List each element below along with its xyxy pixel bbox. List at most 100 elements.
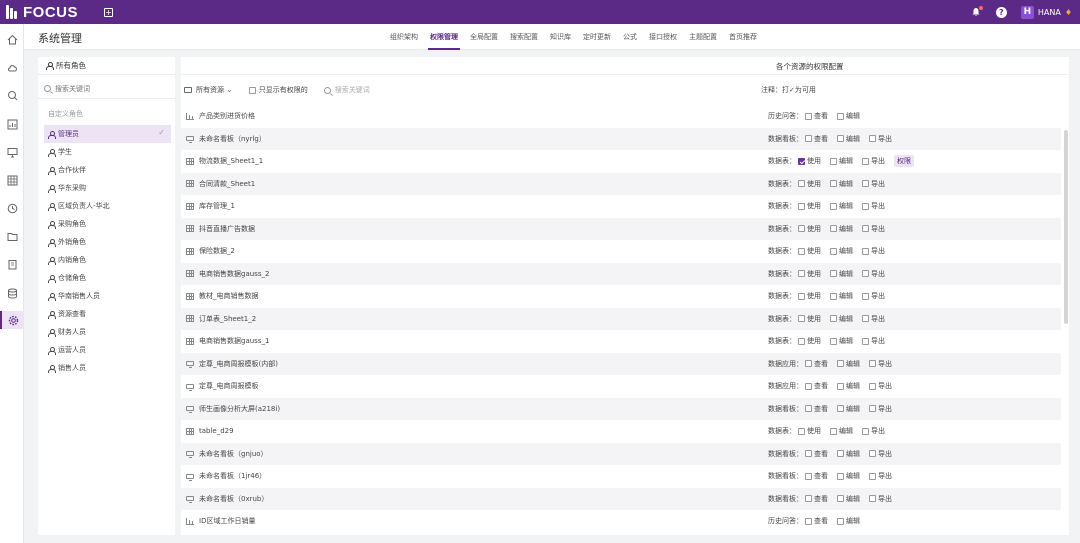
permission-checkbox[interactable] <box>862 247 869 255</box>
permission-checkbox[interactable] <box>837 517 844 525</box>
permission-checkbox[interactable] <box>830 157 837 165</box>
role-item[interactable]: 合作伙伴 <box>44 161 171 179</box>
permission-option[interactable]: 使用 <box>798 314 821 324</box>
permission-option[interactable]: 导出 <box>869 381 892 391</box>
tab-4[interactable]: 知识库 <box>544 24 577 50</box>
permission-checkbox[interactable] <box>798 157 805 165</box>
permission-option[interactable]: 编辑 <box>830 426 853 436</box>
role-item[interactable]: 外销角色 <box>44 233 171 251</box>
permission-checkbox[interactable] <box>805 495 812 503</box>
permission-checkbox[interactable] <box>830 180 837 188</box>
resource-filter-dropdown[interactable]: 所有资源 ⌄ <box>196 85 233 95</box>
search-icon[interactable] <box>0 86 24 104</box>
permission-option[interactable]: 导出 <box>862 201 885 211</box>
permission-option[interactable]: 使用 <box>798 201 821 211</box>
permission-option[interactable]: 使用 <box>798 179 821 189</box>
permission-option[interactable]: 使用 <box>798 336 821 346</box>
permission-option[interactable]: 编辑 <box>830 336 853 346</box>
permission-option[interactable]: 查看 <box>805 494 828 504</box>
permission-checkbox[interactable] <box>798 427 805 435</box>
user-menu[interactable]: H HANA ♦ <box>1020 5 1072 19</box>
permission-checkbox[interactable] <box>798 315 805 323</box>
permission-checkbox[interactable] <box>837 405 844 413</box>
role-item[interactable]: 华东采购 <box>44 179 171 197</box>
permission-checkbox[interactable] <box>798 270 805 278</box>
permission-checkbox[interactable] <box>798 225 805 233</box>
scrollbar[interactable] <box>1064 130 1068 324</box>
permission-option[interactable]: 编辑 <box>830 224 853 234</box>
permission-checkbox[interactable] <box>862 315 869 323</box>
permission-option[interactable]: 编辑 <box>830 201 853 211</box>
resource-search-input[interactable]: 搜索关键词 <box>335 85 370 95</box>
permission-checkbox[interactable] <box>805 112 812 120</box>
role-item[interactable]: 采购角色 <box>44 215 171 233</box>
permission-option[interactable]: 编辑 <box>830 314 853 324</box>
only-permitted-toggle[interactable]: 只显示有权限的 <box>248 85 308 95</box>
help-icon[interactable]: ? <box>995 6 1007 18</box>
permission-option[interactable]: 导出 <box>862 426 885 436</box>
permission-option[interactable]: 编辑 <box>830 246 853 256</box>
monitor-icon[interactable] <box>0 143 24 161</box>
permission-option[interactable]: 导出 <box>862 246 885 256</box>
tab-9[interactable]: 首页推荐 <box>723 24 763 50</box>
permission-checkbox[interactable] <box>869 450 876 458</box>
tab-2[interactable]: 全局配置 <box>464 24 504 50</box>
permission-checkbox[interactable] <box>805 472 812 480</box>
tab-1[interactable]: 权限管理 <box>424 24 464 50</box>
permission-option[interactable]: 编辑 <box>837 516 860 526</box>
permission-checkbox[interactable] <box>862 157 869 165</box>
tab-0[interactable]: 组织架构 <box>384 24 424 50</box>
permission-option[interactable]: 编辑 <box>830 291 853 301</box>
permission-option[interactable]: 查看 <box>805 449 828 459</box>
permission-checkbox[interactable] <box>862 427 869 435</box>
permission-option[interactable]: 查看 <box>805 471 828 481</box>
permission-checkbox[interactable] <box>869 405 876 413</box>
clock-icon[interactable] <box>0 199 24 217</box>
permission-checkbox[interactable] <box>798 202 805 210</box>
table-icon[interactable] <box>0 171 24 189</box>
role-item[interactable]: 学生 <box>44 143 171 161</box>
permission-option[interactable]: 查看 <box>805 404 828 414</box>
permission-checkbox[interactable] <box>869 135 876 143</box>
permission-checkbox[interactable] <box>830 292 837 300</box>
role-item[interactable]: 仓储角色 <box>44 269 171 287</box>
permission-option[interactable]: 查看 <box>805 516 828 526</box>
permission-checkbox[interactable] <box>862 180 869 188</box>
logo[interactable]: FOCUS <box>6 0 78 24</box>
permission-checkbox[interactable] <box>837 135 844 143</box>
permission-option[interactable]: 编辑 <box>837 111 860 121</box>
home-icon[interactable] <box>0 30 24 48</box>
permission-option[interactable]: 查看 <box>805 134 828 144</box>
permission-checkbox[interactable] <box>862 225 869 233</box>
permission-checkbox[interactable] <box>805 135 812 143</box>
permission-option[interactable]: 导出 <box>869 359 892 369</box>
tab-6[interactable]: 公式 <box>617 24 643 50</box>
permission-option[interactable]: 导出 <box>862 336 885 346</box>
permission-checkbox[interactable] <box>830 270 837 278</box>
clipboard-icon[interactable] <box>0 255 24 273</box>
permission-option[interactable]: 导出 <box>869 134 892 144</box>
permission-checkbox[interactable] <box>869 360 876 368</box>
bell-icon[interactable] <box>971 5 983 18</box>
permission-checkbox[interactable] <box>869 472 876 480</box>
role-item[interactable]: 销售人员 <box>44 359 171 377</box>
permission-option[interactable]: 编辑 <box>837 494 860 504</box>
permission-option[interactable]: 使用 <box>798 426 821 436</box>
permission-option[interactable]: 导出 <box>862 156 885 166</box>
permission-checkbox[interactable] <box>798 247 805 255</box>
role-item[interactable]: 管理员 ✓ <box>44 125 171 143</box>
permission-checkbox[interactable] <box>830 247 837 255</box>
permission-checkbox[interactable] <box>798 337 805 345</box>
folder-icon[interactable] <box>0 227 24 245</box>
role-item[interactable]: 财务人员 <box>44 323 171 341</box>
permission-option[interactable]: 编辑 <box>830 179 853 189</box>
permission-option[interactable]: 编辑 <box>837 359 860 369</box>
permission-option[interactable]: 导出 <box>869 471 892 481</box>
permission-option[interactable]: 导出 <box>862 269 885 279</box>
permission-option[interactable]: 使用 <box>798 224 821 234</box>
permission-option[interactable]: 使用 <box>798 246 821 256</box>
only-permitted-checkbox[interactable] <box>248 86 256 94</box>
permission-checkbox[interactable] <box>837 112 844 120</box>
role-item[interactable]: 华南销售人员 <box>44 287 171 305</box>
permission-checkbox[interactable] <box>830 427 837 435</box>
